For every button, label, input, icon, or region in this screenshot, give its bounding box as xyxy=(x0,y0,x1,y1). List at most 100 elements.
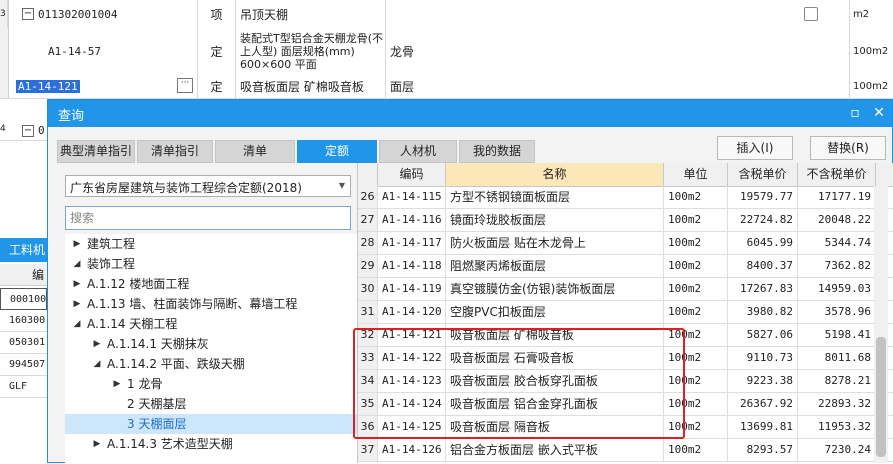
name-cell: 吸音板面层 矿棉吸音板 xyxy=(236,74,386,98)
collapsed-arrow-icon[interactable]: ▶ xyxy=(111,374,123,394)
ellipsis-button[interactable]: ··· xyxy=(177,78,193,93)
tab-my-data[interactable]: 我的数据 xyxy=(459,140,535,163)
tree-node[interactable]: ▶ A.1.13 墙、柱面装饰与隔断、幕墙工程 xyxy=(65,294,357,314)
search-input[interactable] xyxy=(65,206,351,230)
tax-price: 26367.92 xyxy=(728,393,798,415)
table-row[interactable]: 4 − 0 xyxy=(0,122,47,141)
code-cell[interactable]: A1-14-57 xyxy=(8,28,198,74)
notax-price: 11953.32 xyxy=(798,416,876,438)
expanded-arrow-icon[interactable]: ◢ xyxy=(71,314,83,334)
collapsed-arrow-icon[interactable]: ▶ xyxy=(91,334,103,354)
feature-cell xyxy=(386,0,850,28)
chevron-down-icon: ▼ xyxy=(338,181,345,190)
col-header-notax-price[interactable]: 不含税单价 xyxy=(798,163,876,186)
scrollbar-thumb[interactable] xyxy=(876,337,886,457)
code-cell-editing[interactable]: A1-14-121 ··· xyxy=(8,74,198,98)
quota-name: 铝合金方板面层 嵌入式平板 xyxy=(446,439,664,461)
col-header-code[interactable]: 编码 xyxy=(378,163,446,186)
notax-price: 22893.32 xyxy=(798,393,876,415)
table-row[interactable]: 27 A1-14-116 镜面玲珑胶板面层 100m2 22724.82 20048.22 xyxy=(358,209,893,232)
notax-price: 5344.74 xyxy=(798,232,876,254)
unit-cell: 100m2 xyxy=(853,45,889,57)
row-checkbox[interactable] xyxy=(804,7,818,21)
expanded-arrow-icon[interactable]: ◢ xyxy=(71,254,83,274)
tree-node[interactable]: 3 天棚面层 xyxy=(65,414,357,434)
collapsed-arrow-icon[interactable]: ▶ xyxy=(71,234,83,254)
quota-unit: 100m2 xyxy=(664,232,728,254)
col-header-name[interactable]: 名称 xyxy=(446,163,664,186)
table-row[interactable]: 26 A1-14-115 方型不锈钢镜面板面层 100m2 19579.77 17177.… xyxy=(358,186,893,209)
tree-node[interactable]: ◢ A.1.14 天棚工程 xyxy=(65,314,357,334)
maximize-icon[interactable]: ▫ xyxy=(846,104,864,122)
table-row[interactable]: 31 A1-14-120 空腹PVC扣板面层 100m2 3980.82 3578.96 xyxy=(358,301,893,324)
quota-code: A1-14-118 xyxy=(378,255,446,277)
query-dialog: 查询 ▫ ✕ 典型清单指引 清单指引 清单 定额 人材机 我的数据 插入(I) … xyxy=(47,99,893,464)
collapsed-arrow-icon[interactable]: ▶ xyxy=(91,434,103,454)
row-number: 31 xyxy=(358,301,378,323)
tree-node[interactable]: 2 天棚基层 xyxy=(65,394,357,414)
list-item[interactable]: 000100 xyxy=(0,288,47,310)
quota-unit: 100m2 xyxy=(664,301,728,323)
highlight-annotation-box xyxy=(353,328,685,439)
tab-bill-guide[interactable]: 清单指引 xyxy=(137,140,213,163)
table-row[interactable]: A1-14-57 定 装配式T型铝合金天棚龙骨(不上人型) 面层规格(mm) 6… xyxy=(0,28,893,75)
table-row[interactable]: A1-14-121 ··· 定 吸音板面层 矿棉吸音板 面层 100m2 xyxy=(0,74,893,99)
tree-node[interactable]: ▶ A.1.14.1 天棚抹灰 xyxy=(65,334,357,354)
tree-node[interactable]: ◢ 装饰工程 xyxy=(65,254,357,274)
notax-price: 7230.24 xyxy=(798,439,876,461)
tax-price: 9110.73 xyxy=(728,347,798,369)
collapsed-arrow-icon[interactable]: ▶ xyxy=(71,294,83,314)
expanded-arrow-icon[interactable]: ◢ xyxy=(91,354,103,374)
collapse-icon[interactable]: − xyxy=(22,125,34,137)
quota-unit: 100m2 xyxy=(664,255,728,277)
feature-cell: 龙骨 xyxy=(386,28,850,74)
type-cell: 项 xyxy=(198,0,236,28)
close-icon[interactable]: ✕ xyxy=(870,104,888,122)
feature-cell: 面层 xyxy=(386,74,850,98)
table-row[interactable]: 30 A1-14-119 真空镀膜仿金(仿银)装饰板面层 100m2 17267.83 1… xyxy=(358,278,893,301)
row-number: 30 xyxy=(358,278,378,300)
collapse-icon[interactable]: − xyxy=(22,8,34,20)
quota-unit: 100m2 xyxy=(664,439,728,461)
tree-node-label: A.1.14 天棚工程 xyxy=(87,317,178,331)
table-row[interactable]: 28 A1-14-117 防火板面层 贴在木龙骨上 100m2 6045.99 5344.… xyxy=(358,232,893,255)
table-row[interactable]: 29 A1-14-118 阻燃聚丙烯板面层 100m2 8400.37 7362.82 xyxy=(358,255,893,278)
insert-button[interactable]: 插入(I) xyxy=(717,136,793,160)
list-item[interactable]: 994507 xyxy=(0,354,47,376)
tree-node-label: A.1.13 墙、柱面装饰与隔断、幕墙工程 xyxy=(87,297,298,311)
tree-node[interactable]: ▶ A.1.14.3 艺术造型天棚 xyxy=(65,434,357,454)
tree-node[interactable]: ◢ A.1.14.2 平面、跌级天棚 xyxy=(65,354,357,374)
tree-node-label: 2 天棚基层 xyxy=(127,397,187,411)
replace-button[interactable]: 替换(R) xyxy=(810,136,886,160)
table-row[interactable]: 37 A1-14-126 铝合金方板面层 嵌入式平板 100m2 8293.57 7230… xyxy=(358,439,893,462)
dialog-title-bar[interactable]: 查询 ▫ ✕ xyxy=(48,100,892,127)
tree-node[interactable]: ▶ 建筑工程 xyxy=(65,234,357,254)
col-header-tax-price[interactable]: 含税单价 xyxy=(728,163,798,186)
tree-node[interactable]: ▶ 1 龙骨 xyxy=(65,374,357,394)
tab-labor-material-machine[interactable]: 人材机 xyxy=(379,140,457,163)
tree-node-label: 建筑工程 xyxy=(87,237,136,251)
unit-cell: 100m2 xyxy=(853,80,889,92)
notax-price: 20048.22 xyxy=(798,209,876,231)
quota-name: 防火板面层 贴在木龙骨上 xyxy=(446,232,664,254)
tab-bill[interactable]: 清单 xyxy=(215,140,295,163)
tax-price: 8293.57 xyxy=(728,439,798,461)
list-item[interactable]: 160300 xyxy=(0,310,47,332)
quota-library-select[interactable]: 广东省房屋建筑与装饰工程综合定额(2018) ▼ xyxy=(65,175,351,197)
material-panel-tab[interactable]: 工料机 xyxy=(0,238,47,262)
quota-code: A1-14-115 xyxy=(378,186,446,208)
tab-quota[interactable]: 定额 xyxy=(297,140,377,163)
tree-node[interactable]: ▶ A.1.12 楼地面工程 xyxy=(65,274,357,294)
tab-typical-bill-guide[interactable]: 典型清单指引 xyxy=(57,140,135,163)
table-row[interactable]: 3 − 011302001004 项 吊顶天棚 m2 xyxy=(0,0,893,29)
list-item[interactable]: 050301 xyxy=(0,332,47,354)
row-number: 26 xyxy=(358,186,378,208)
col-header-unit[interactable]: 单位 xyxy=(664,163,728,186)
list-item[interactable]: GLF xyxy=(0,376,47,398)
code-cell[interactable]: − 011302001004 xyxy=(8,0,198,28)
collapsed-arrow-icon[interactable]: ▶ xyxy=(71,274,83,294)
type-cell: 定 xyxy=(198,74,236,98)
name-cell: 吊顶天棚 xyxy=(236,0,386,28)
row-index: 3 xyxy=(0,0,8,28)
quota-code: A1-14-120 xyxy=(378,301,446,323)
